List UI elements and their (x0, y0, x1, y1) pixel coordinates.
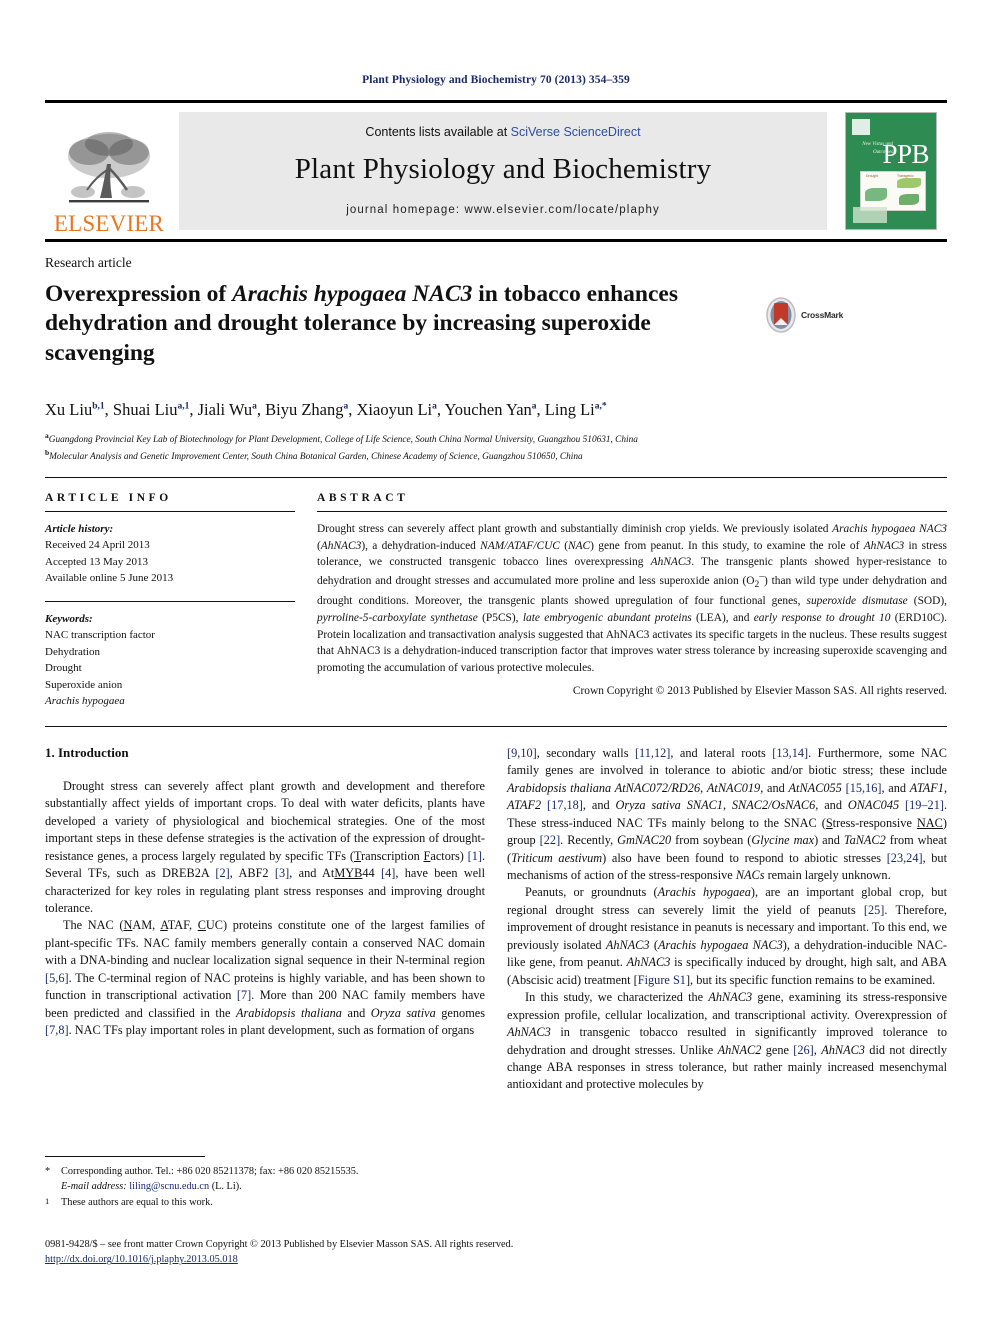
abstract-bottom-divider (45, 725, 947, 727)
keywords-rule (45, 600, 295, 602)
paragraph: Drought stress can severely affect plant… (45, 778, 486, 916)
title-italic-species: Arachis hypogaea NAC3 (232, 281, 473, 307)
article-history-label: Article history: (45, 522, 114, 535)
author-name: Xu Liu (45, 399, 93, 419)
doi-link[interactable]: http://dx.doi.org/10.1016/j.plaphy.2013.… (45, 1254, 238, 1265)
history-available: Available online 5 June 2013 (45, 572, 174, 585)
body-right-column: [9,10], secondary walls [11,12], and lat… (507, 745, 947, 1094)
info-abstract-row: ARTICLE INFO Article history: Received 2… (45, 492, 947, 710)
article-history: Article history: Received 24 April 2013 … (45, 521, 295, 587)
abstract-column: ABSTRACT Drought stress can severely aff… (317, 492, 947, 710)
author-affiliation-marker: a (432, 401, 437, 412)
email-suffix: (L. Li). (211, 1181, 242, 1193)
header-divider (45, 476, 947, 478)
cover-fig-heading-left: Drought (866, 174, 879, 178)
article-info-column: ARTICLE INFO Article history: Received 2… (45, 492, 317, 710)
keyword-item: Superoxide anion (45, 678, 123, 691)
author-affiliation-marker: a (252, 401, 257, 412)
paragraph: In this study, we characterized the AhNA… (507, 990, 947, 1092)
footnote-rule (45, 1156, 205, 1157)
author-name: Xiaoyun Li (356, 399, 433, 419)
footnote-equal-text: These authors are equal to this work. (61, 1196, 213, 1208)
cover-elsevier-mark-icon (852, 119, 870, 135)
affiliation-marker: a (45, 430, 49, 440)
keyword-item: Arachis hypogaea (45, 695, 125, 708)
email-address-label: E-mail address: (61, 1181, 127, 1193)
sciencedirect-link[interactable]: SciVerse ScienceDirect (511, 125, 641, 139)
abstract-heading: ABSTRACT (317, 491, 409, 504)
section-heading-introduction: 1. Introduction (45, 744, 129, 760)
paragraph: The NAC (NAM, ATAF, CUC) proteins consti… (45, 918, 485, 1038)
elsevier-tree-icon (68, 132, 150, 203)
contents-available-line: Contents lists available at SciVerse Sci… (365, 125, 640, 139)
footnote-corresponding-author: * Corresponding author. Tel.: +86 020 85… (45, 1164, 485, 1195)
journal-masthead: ELSEVIER Contents lists available at Sci… (45, 100, 947, 242)
author-affiliation-marker: a (343, 401, 349, 412)
journal-title: Plant Physiology and Biochemistry (294, 152, 712, 185)
author-affiliation-marker: a,* (594, 401, 607, 412)
cover-leaf-3-icon (899, 194, 919, 205)
footnote-marker-1: 1 (45, 1195, 50, 1206)
cover-figure: Drought Transgenic (860, 171, 926, 211)
author-list: Xu Liub,1, Shuai Liua,1, Jiali Wua, Biyu… (45, 399, 607, 419)
affiliation-list: aGuangdong Provincial Key Lab of Biotech… (45, 430, 947, 465)
abstract-text: Drought stress can severely affect plant… (317, 522, 948, 675)
crossmark-icon (766, 297, 796, 333)
abstract-copyright: Crown Copyright © 2013 Published by Else… (572, 685, 947, 698)
author-affiliation-marker: a (531, 401, 537, 412)
footnote-equal-contribution: 1 These authors are equal to this work. (45, 1195, 485, 1214)
article-info-heading: ARTICLE INFO (45, 491, 172, 504)
elsevier-logo: ELSEVIER (45, 103, 173, 239)
keyword-item: NAC transcription factor (45, 629, 155, 642)
footnote-corresponding-text: Corresponding author. Tel.: +86 020 8521… (61, 1164, 358, 1195)
article-info-rule (45, 510, 295, 512)
cover-leaf-2-icon (897, 178, 921, 188)
cover-art: New Vistas and Outcomes PPB Drought Tran… (845, 112, 937, 230)
author-affiliation-marker: a,1 (177, 401, 190, 412)
elsevier-wordmark: ELSEVIER (53, 211, 165, 236)
author-name: Shuai Liu (112, 399, 178, 419)
corresponding-line: Corresponding author. Tel.: +86 020 8521… (61, 1166, 359, 1177)
imprint-block: 0981-9428/$ – see front matter Crown Cop… (45, 1237, 945, 1268)
contents-prefix: Contents lists available at (365, 124, 511, 139)
author-affiliation-marker: b,1 (92, 401, 105, 412)
crossmark-label: CrossMark (801, 310, 844, 320)
running-head: Plant Physiology and Biochemistry 70 (20… (362, 74, 630, 86)
paper-page: Plant Physiology and Biochemistry 70 (20… (0, 0, 992, 1323)
page-title: Overexpression of Arachis hypogaea NAC3 … (45, 280, 765, 368)
masthead-band: Contents lists available at SciVerse Sci… (179, 112, 827, 230)
article-kind: Research article (45, 255, 132, 270)
body-left-column: 1. Introduction Drought stress can sever… (45, 745, 485, 1094)
title-row: Overexpression of Arachis hypogaea NAC3 … (45, 271, 947, 384)
author-name: Ling Li (544, 399, 595, 419)
imprint-line: 0981-9428/$ – see front matter Crown Cop… (45, 1239, 514, 1250)
author-name: Biyu Zhang (265, 399, 344, 419)
cover-leaf-1-icon (865, 188, 887, 201)
title-part-1: Overexpression of (45, 281, 233, 307)
history-accepted: Accepted 13 May 2013 (45, 555, 148, 568)
affiliation-marker: b (45, 448, 50, 458)
paragraph: [9,10], secondary walls [11,12], and lat… (507, 745, 948, 883)
paragraph: Peanuts, or groundnuts (Arachis hypogaea… (507, 885, 948, 987)
author-name: Youchen Yan (444, 399, 532, 419)
crossmark-badge[interactable]: CrossMark (765, 297, 880, 333)
affiliation-item: bMolecular Analysis and Genetic Improvem… (45, 448, 583, 463)
body-columns: 1. Introduction Drought stress can sever… (45, 745, 947, 1094)
journal-homepage-link[interactable]: journal homepage: www.elsevier.com/locat… (346, 204, 660, 216)
author-name: Jiali Wu (197, 399, 253, 419)
keywords-label: Keywords: (45, 612, 93, 625)
footnotes-block: * Corresponding author. Tel.: +86 020 85… (45, 1156, 485, 1214)
cover-footer-logo-icon (853, 207, 887, 223)
abstract-rule (317, 510, 947, 512)
keyword-item: Drought (45, 662, 82, 675)
history-received: Received 24 April 2013 (45, 539, 150, 552)
cover-abbrev: PPB (882, 139, 929, 169)
footnote-marker-asterisk: * (45, 1166, 51, 1177)
keyword-item: Dehydration (45, 645, 100, 658)
keywords-block: Keywords: NAC transcription factor Dehyd… (45, 611, 295, 710)
email-link[interactable]: liling@scnu.edu.cn (129, 1181, 209, 1192)
affiliation-item: aGuangdong Provincial Key Lab of Biotech… (45, 430, 638, 445)
journal-cover-thumbnail[interactable]: New Vistas and Outcomes PPB Drought Tran… (835, 103, 947, 239)
